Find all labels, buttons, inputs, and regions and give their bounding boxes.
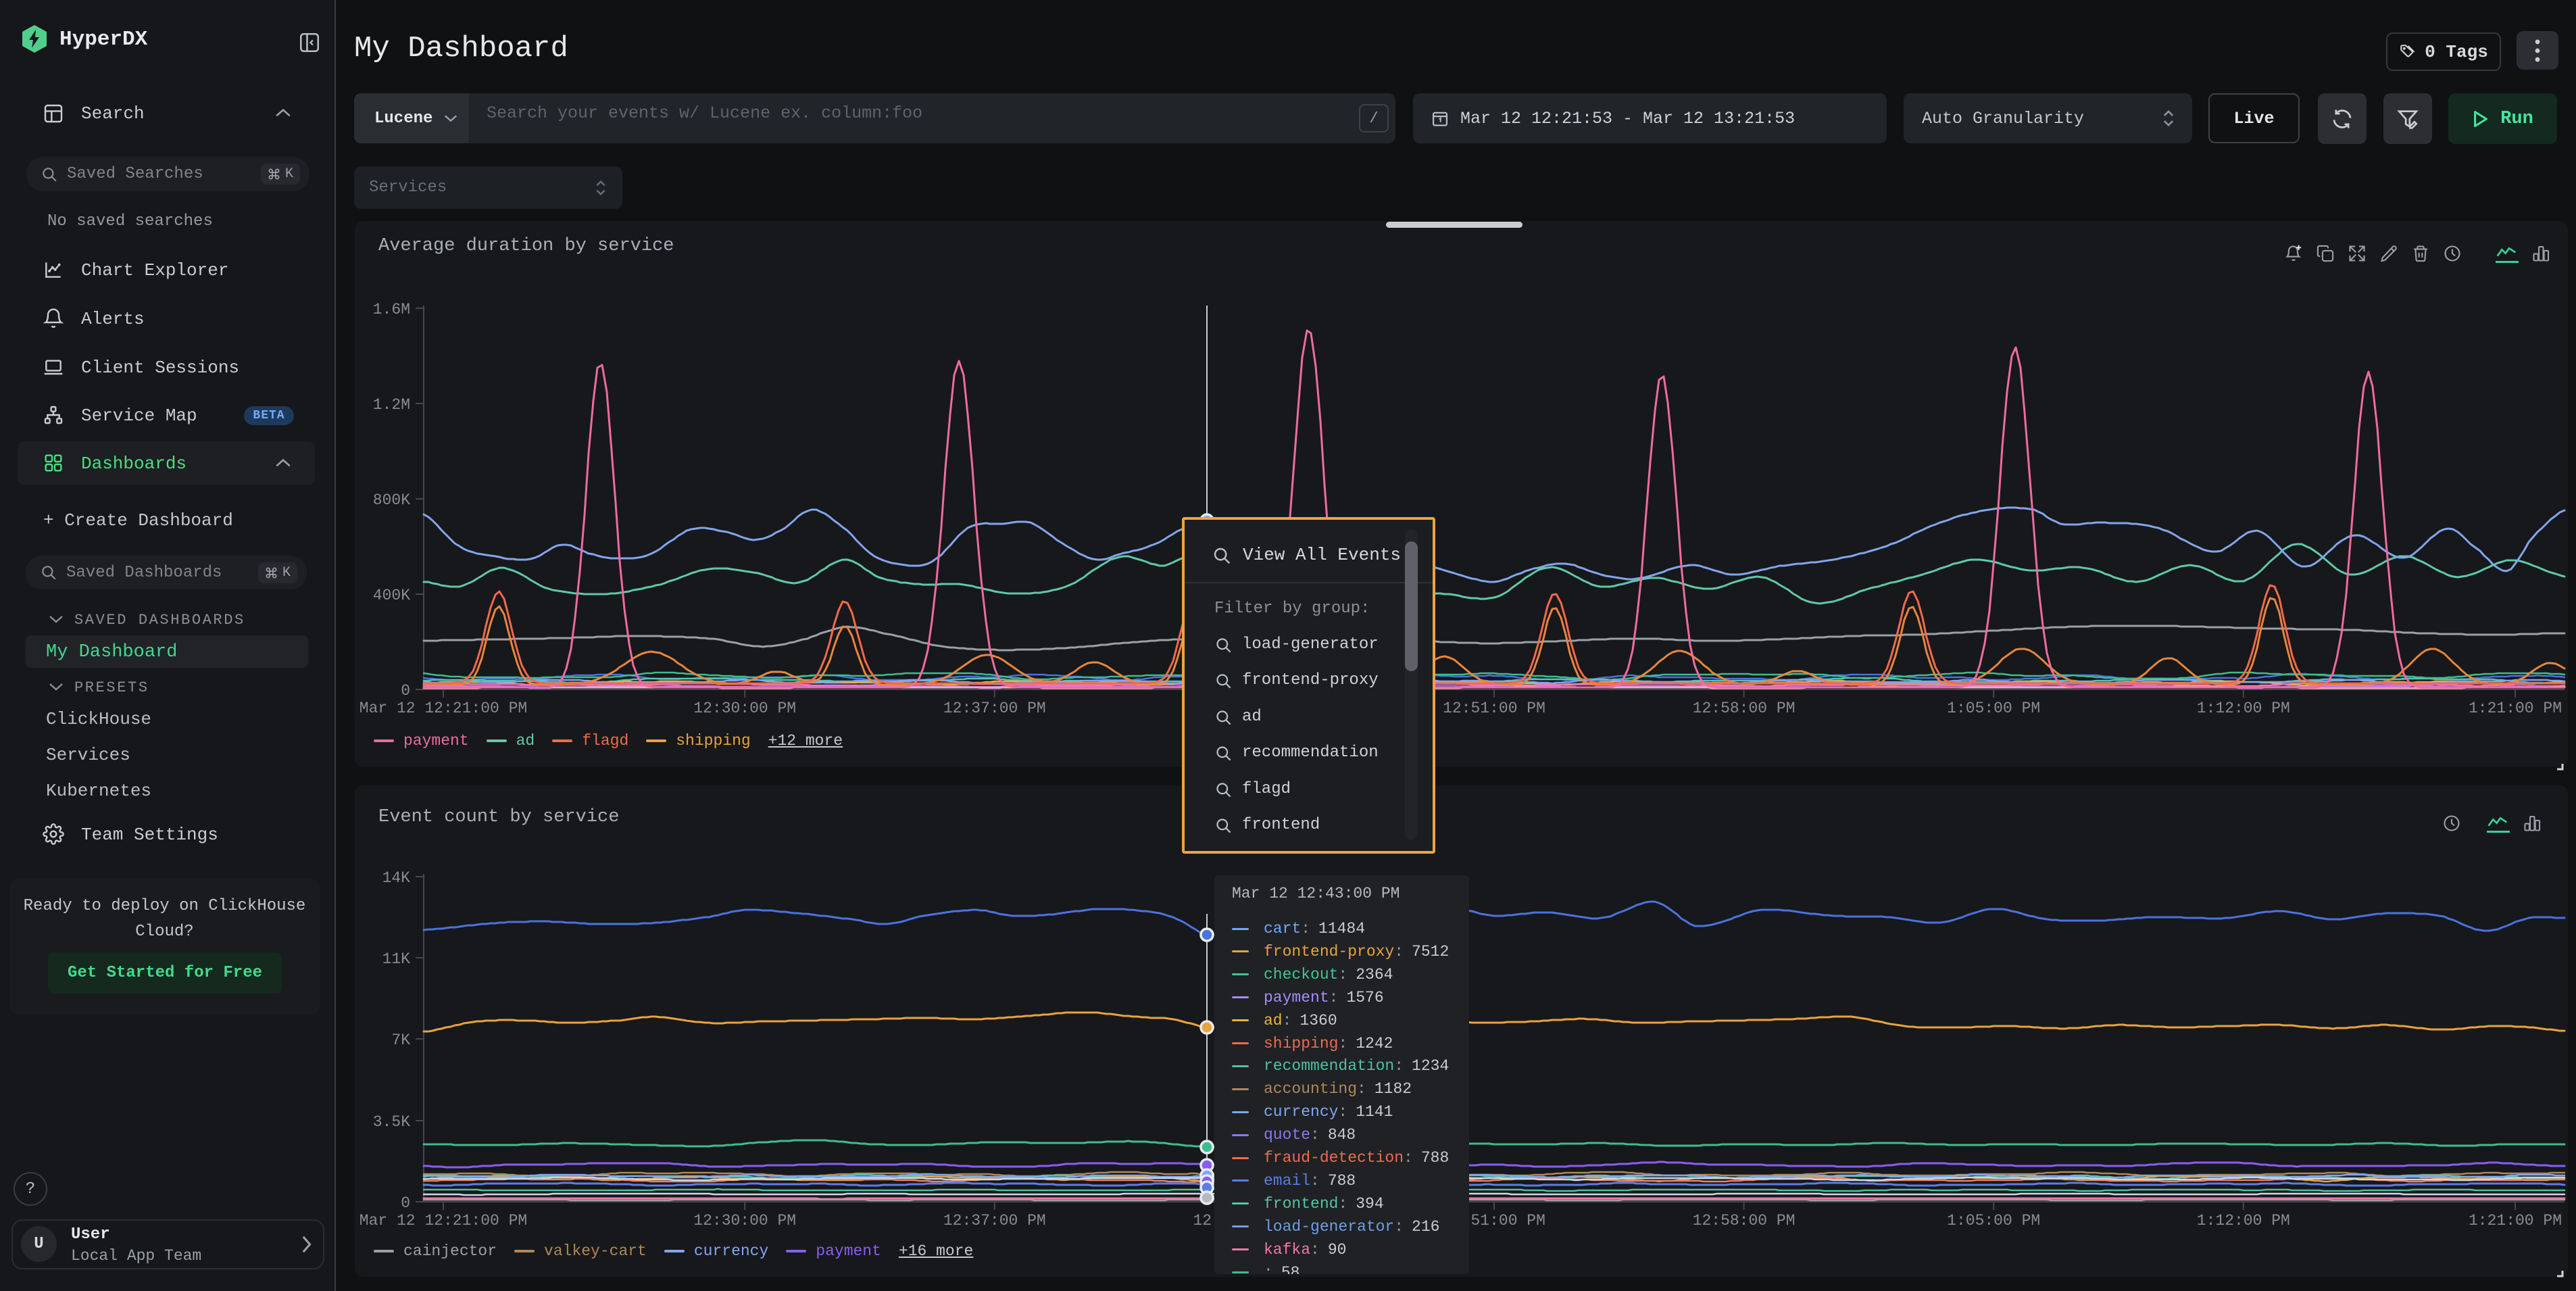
svg-text:0: 0 — [401, 682, 410, 700]
svg-text:14K: 14K — [382, 869, 411, 887]
svg-text:12:58:00 PM: 12:58:00 PM — [1693, 700, 1795, 717]
svg-text:1.2M: 1.2M — [373, 396, 410, 414]
svg-text:400K: 400K — [373, 587, 410, 604]
svg-text:1:21:00 PM: 1:21:00 PM — [2469, 1212, 2562, 1229]
svg-text:7K: 7K — [391, 1031, 410, 1049]
svg-text:12:30:00 PM: 12:30:00 PM — [693, 700, 796, 717]
svg-text:Mar 12 12:21:00 PM: Mar 12 12:21:00 PM — [360, 1212, 527, 1229]
svg-text:1:05:00 PM: 1:05:00 PM — [1947, 700, 2040, 717]
svg-text:12:37:00 PM: 12:37:00 PM — [943, 700, 1046, 717]
svg-text:1:21:00 PM: 1:21:00 PM — [2469, 700, 2562, 717]
svg-text:12:37:00 PM: 12:37:00 PM — [943, 1212, 1046, 1229]
svg-text:3.5K: 3.5K — [373, 1113, 410, 1131]
svg-text:12:58:00 PM: 12:58:00 PM — [1693, 1212, 1795, 1229]
svg-text:1.6M: 1.6M — [373, 301, 410, 318]
svg-text:12:51:00 PM: 12:51:00 PM — [1443, 700, 1545, 717]
svg-text:0: 0 — [401, 1194, 410, 1212]
svg-text:1:12:00 PM: 1:12:00 PM — [2197, 1212, 2290, 1229]
svg-text:1:05:00 PM: 1:05:00 PM — [1947, 1212, 2040, 1229]
svg-text:12:30:00 PM: 12:30:00 PM — [693, 1212, 796, 1229]
svg-text:11K: 11K — [382, 950, 411, 968]
svg-text:1:12:00 PM: 1:12:00 PM — [2197, 700, 2290, 717]
svg-text:800K: 800K — [373, 491, 410, 509]
svg-text:Mar 12 12:21:00 PM: Mar 12 12:21:00 PM — [360, 700, 527, 717]
